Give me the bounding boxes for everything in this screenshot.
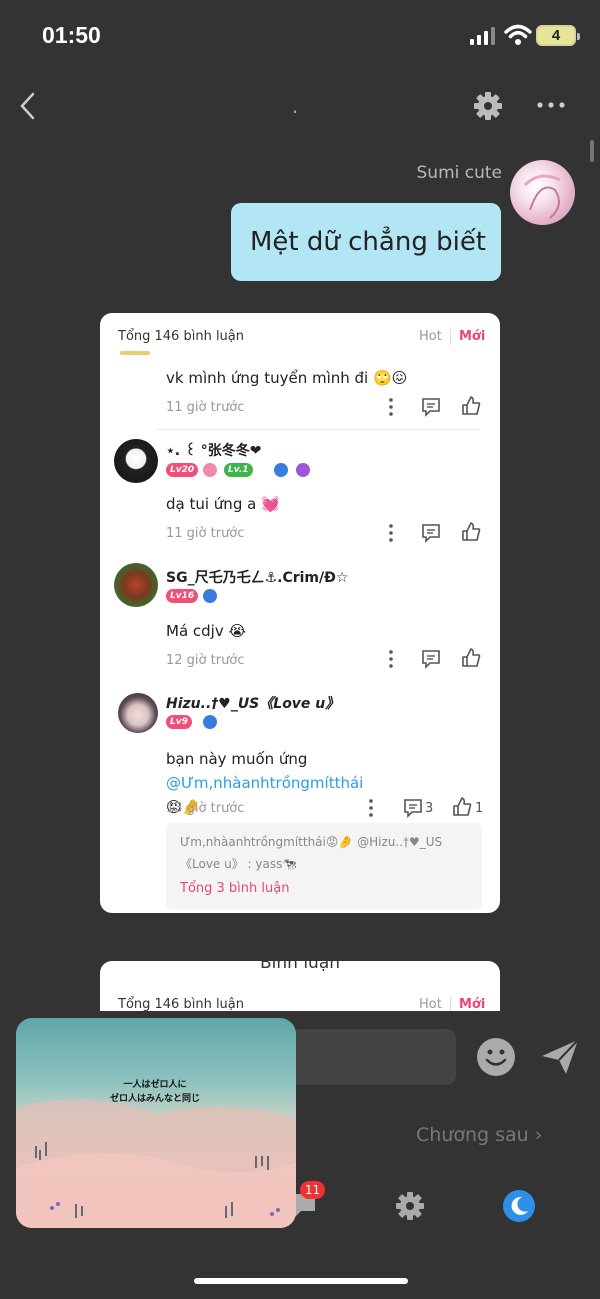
caption-line-1: 一人はゼロ人に [123,1080,187,1090]
comment-time: 11 giờ trước [166,526,245,541]
collapsed-avatar-stub [120,351,150,355]
tab-divider [450,329,451,345]
comment-total: Tổng 146 bình luận [118,997,244,1011]
sender-avatar[interactable] [510,160,575,225]
level-badge: Lv20 [166,463,199,477]
badge-icon [203,463,217,477]
like-count: 1 [475,801,484,816]
commenter-avatar[interactable] [118,693,158,733]
comment-time: 11 giờ trước [166,400,245,415]
video-thumbnail[interactable]: 一人はゼロ人にゼロ人はみんなと同じ [16,1018,296,1228]
gear-icon[interactable] [472,90,504,122]
comment-text: dạ tui ứng a 💓 [166,495,280,513]
user-mention[interactable]: @Ưm,nhàanhtrồngmítthái [166,774,363,792]
gem-icon [274,463,288,477]
notification-badge: 11 [300,1181,325,1199]
gem-icon [203,715,217,729]
caption-line-2: ゼロ人はみんなと同じ [110,1094,201,1104]
level-badge: Lv9 [166,715,192,729]
more-options-icon[interactable] [368,799,374,817]
commenter-avatar[interactable] [114,439,158,483]
comment-text: Má cdjv 😭 [166,622,247,640]
like-icon[interactable] [460,521,482,543]
commenter-avatar[interactable] [114,563,158,607]
reply-line-1: Ưm,nhàanhtrồngmítthái😡🤌 @Hizu..†♥_US [180,835,443,849]
more-options-icon[interactable] [388,398,394,416]
reply-preview[interactable]: Ưm,nhàanhtrồngmítthái😡🤌 @Hizu..†♥_US 《Lo… [166,823,482,909]
comment-time: 13 giờ trước [166,801,245,816]
scrollbar[interactable] [590,140,594,162]
wifi-icon [504,24,532,45]
tab-divider [450,997,451,1011]
gem-icon [296,463,310,477]
sort-hot-tab[interactable]: Hot [419,329,442,344]
emoji-icon[interactable] [476,1037,516,1077]
more-options-icon[interactable] [388,524,394,542]
commenter-name[interactable]: SG_尺乇乃乇ㄥ⚓.Crim/Ð☆ [166,567,348,587]
comment-card[interactable]: Tổng 146 bình luận Hot Mới vk mình ứng t… [100,313,500,913]
home-indicator[interactable] [194,1278,408,1284]
battery-indicator: 4 [536,25,580,46]
reply-icon[interactable] [420,396,442,418]
thumbnail-caption: 一人はゼロ人にゼロ人はみんなと同じ [110,1078,200,1106]
chat-title: . [291,94,299,118]
card-title: Bình luận [259,961,341,973]
gem-icon [203,589,217,603]
sender-name: Sumi cute [416,163,503,183]
like-icon[interactable] [460,647,482,669]
message-input[interactable] [290,1029,456,1085]
reply-count: 3 [425,801,434,816]
comment-total: Tổng 146 bình luận [118,329,244,344]
gear-icon[interactable] [394,1190,426,1222]
reply-icon[interactable] [420,522,442,544]
more-options-icon[interactable] [388,650,394,668]
message-bubble[interactable]: Mệt dữ chẳng biết [231,203,501,281]
comment-text-prefix: bạn này muốn ứng [166,750,308,768]
sort-new-tab[interactable]: Mới [459,329,485,344]
view-replies-link[interactable]: Tổng 3 bình luận [180,881,289,896]
like-icon[interactable] [451,796,473,818]
back-arrow-icon[interactable] [16,90,40,122]
sort-hot-tab[interactable]: Hot [419,997,442,1011]
comment-text: vk mình ứng tuyển mình đi 🙄😖 [166,369,408,387]
comment-card-2[interactable]: Bình luận Tổng 146 bình luận Hot Mới [100,961,500,1011]
comment-time: 12 giờ trước [166,653,245,668]
status-time: 01:50 [42,22,101,48]
level-badge: Lv16 [166,589,199,603]
level-badge: Lv.1 [224,463,253,477]
send-icon[interactable] [540,1038,580,1076]
commenter-name[interactable]: Hizu..†♥_US《Love u》 [166,693,339,713]
sort-new-tab[interactable]: Mới [459,997,485,1011]
next-chapter-button[interactable]: Chương sau › [416,1124,542,1146]
reply-icon[interactable] [420,648,442,670]
commenter-name[interactable]: ⋆. ꒰ °张冬冬❤︎ [166,440,262,460]
night-mode-icon[interactable] [502,1189,536,1223]
comment-divider [156,429,480,430]
reply-line-2: 《Love u》 : yass🐄 [180,857,298,871]
cellular-signal-icon [470,27,495,45]
like-icon[interactable] [460,395,482,417]
more-options-icon[interactable] [536,92,566,118]
reply-icon[interactable] [402,797,424,819]
